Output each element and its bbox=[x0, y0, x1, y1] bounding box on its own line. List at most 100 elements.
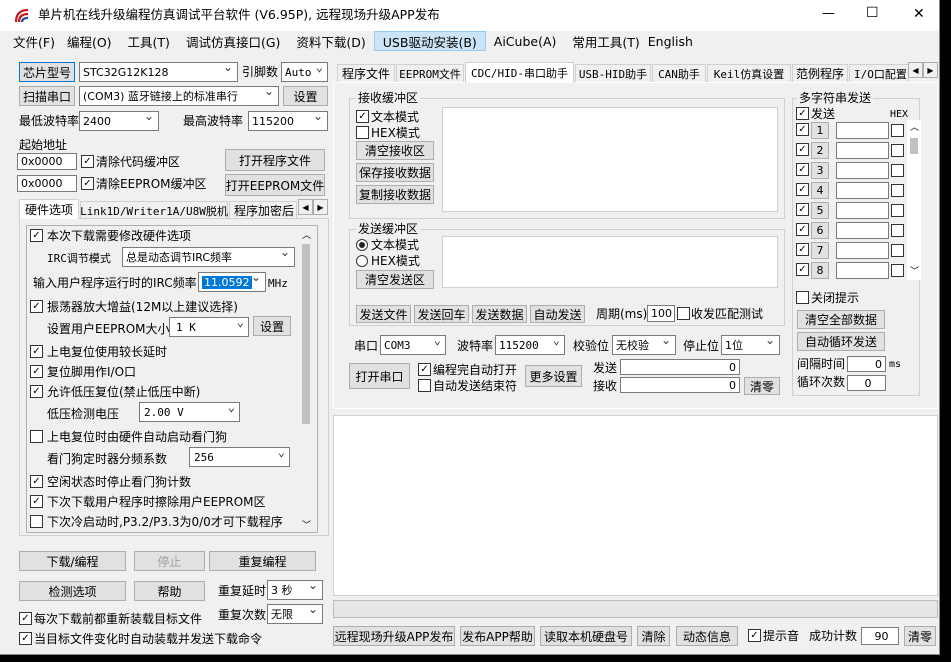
auto-open-checkbox[interactable]: ✓ bbox=[418, 363, 431, 376]
eeprom-address-input[interactable]: 0x0000 bbox=[17, 175, 77, 192]
beep-checkbox[interactable]: ✓ bbox=[748, 629, 761, 642]
interval-input[interactable]: 0 bbox=[847, 356, 886, 372]
auto-send-button[interactable]: 自动发送 bbox=[530, 305, 585, 323]
scrollbar-thumb[interactable] bbox=[910, 138, 918, 154]
clear-all-data-button[interactable]: 清空全部数据 bbox=[797, 310, 885, 329]
auto-end-checkbox[interactable] bbox=[418, 379, 431, 392]
tab-hardware-options[interactable]: 硬件选项 bbox=[19, 199, 79, 219]
multi-row-send-checkbox[interactable]: ✓ bbox=[796, 203, 809, 216]
menu-tools[interactable]: 工具(T) bbox=[120, 31, 178, 51]
tab-can[interactable]: CAN助手 bbox=[652, 64, 706, 82]
tab-keil-sim[interactable]: Keil仿真设置 bbox=[707, 64, 791, 82]
multi-row-index-button[interactable]: 3 bbox=[811, 162, 829, 179]
menu-english[interactable]: English bbox=[648, 31, 701, 51]
repeat-program-button[interactable]: 重复编程 bbox=[209, 551, 316, 571]
loop-count-input[interactable]: 0 bbox=[847, 375, 886, 391]
modify-hw-options-checkbox[interactable]: ✓ bbox=[30, 229, 43, 242]
multi-row-input[interactable] bbox=[836, 142, 889, 159]
multi-row-send-checkbox[interactable]: ✓ bbox=[796, 143, 809, 156]
multi-row-send-checkbox[interactable]: ✓ bbox=[796, 163, 809, 176]
multi-row-send-checkbox[interactable]: ✓ bbox=[796, 123, 809, 136]
hardware-options-scrollbar[interactable]: ︿ ﹀ bbox=[299, 226, 313, 532]
tab-link1d-writer[interactable]: Link1D/Writer1A/U8W脱机 bbox=[80, 201, 228, 219]
multi-row-index-button[interactable]: 6 bbox=[811, 222, 829, 239]
multi-send-all-checkbox[interactable]: ✓ bbox=[796, 107, 809, 120]
open-eeprom-file-button[interactable]: 打开EEPROM文件 bbox=[225, 174, 325, 196]
help-button[interactable]: 帮助 bbox=[134, 581, 205, 601]
serial-port-select[interactable]: COM3 bbox=[380, 335, 446, 355]
close-icon[interactable]: ✕ bbox=[913, 6, 925, 22]
auto-loop-send-button[interactable]: 自动循环发送 bbox=[797, 332, 885, 351]
eeprom-size-set-button[interactable]: 设置 bbox=[253, 316, 291, 336]
multi-row-input[interactable] bbox=[836, 162, 889, 179]
tab-eeprom-file[interactable]: EEPROM文件 bbox=[396, 64, 464, 82]
clear-counts-button[interactable]: 清零 bbox=[744, 377, 780, 395]
clear-log-button[interactable]: 清除 bbox=[637, 626, 670, 646]
long-reset-delay-checkbox[interactable]: ✓ bbox=[30, 345, 43, 358]
idle-stop-watchdog-checkbox[interactable]: ✓ bbox=[30, 475, 43, 488]
osc-gain-checkbox[interactable]: ✓ bbox=[30, 300, 43, 313]
tab-cdc-hid-serial[interactable]: CDC/HID-串口助手 bbox=[465, 62, 574, 83]
copy-receive-button[interactable]: 复制接收数据 bbox=[356, 185, 434, 204]
scroll-down-icon[interactable]: ﹀ bbox=[910, 264, 919, 277]
receive-textarea[interactable] bbox=[442, 107, 778, 212]
reload-target-checkbox[interactable]: ✓ bbox=[19, 612, 32, 625]
tab-usb-hid[interactable]: USB-HID助手 bbox=[575, 64, 651, 82]
menu-file[interactable]: 文件(F) bbox=[7, 31, 59, 51]
multi-string-scrollbar[interactable]: ︿ ﹀ bbox=[907, 120, 921, 280]
scroll-up-icon[interactable]: ︿ bbox=[910, 120, 919, 133]
repeat-delay-select[interactable]: 3 秒 bbox=[267, 580, 323, 600]
multi-row-input[interactable] bbox=[836, 242, 889, 259]
maximize-icon[interactable]: ☐ bbox=[866, 5, 879, 21]
tab-io-config[interactable]: I/O口配置 bbox=[849, 64, 909, 82]
tab-program-file[interactable]: 程序文件 bbox=[337, 64, 395, 82]
irc-freq-select[interactable]: 11.0592 bbox=[198, 272, 266, 292]
reset-pin-io-checkbox[interactable]: ✓ bbox=[30, 365, 43, 378]
menu-downloads[interactable]: 资料下载(D) bbox=[288, 31, 373, 51]
scroll-left-icon[interactable]: ◀ bbox=[908, 62, 923, 78]
auto-load-checkbox[interactable]: ✓ bbox=[19, 632, 32, 645]
scroll-right-icon[interactable]: ▶ bbox=[923, 62, 938, 78]
clear-code-buffer-checkbox[interactable]: ✓ bbox=[81, 155, 94, 168]
menu-debug[interactable]: 调试仿真接口(G) bbox=[178, 31, 288, 51]
read-disk-id-button[interactable]: 读取本机硬盘号 bbox=[540, 626, 632, 646]
port-settings-button[interactable]: 设置 bbox=[283, 86, 328, 106]
eeprom-size-select[interactable]: 1 K bbox=[169, 317, 249, 337]
multi-row-send-checkbox[interactable]: ✓ bbox=[796, 183, 809, 196]
output-log-area[interactable] bbox=[333, 415, 938, 596]
tab-examples[interactable]: 范例程序 bbox=[792, 64, 848, 82]
send-textarea[interactable] bbox=[442, 236, 778, 288]
multi-row-index-button[interactable]: 7 bbox=[811, 242, 829, 259]
close-tip-checkbox[interactable] bbox=[796, 291, 809, 304]
code-address-input[interactable]: 0x0000 bbox=[17, 153, 77, 170]
publish-app-button[interactable]: 远程现场升级APP发布 bbox=[333, 626, 455, 646]
send-file-button[interactable]: 发送文件 bbox=[356, 305, 411, 323]
cold-start-pins-checkbox[interactable] bbox=[30, 515, 43, 528]
scroll-right-icon[interactable]: ▶ bbox=[313, 199, 328, 215]
open-serial-button[interactable]: 打开串口 bbox=[349, 363, 410, 389]
scan-port-button[interactable]: 扫描串口 bbox=[19, 86, 75, 106]
menu-common-tools[interactable]: 常用工具(T) bbox=[564, 31, 647, 51]
multi-row-hex-checkbox[interactable] bbox=[891, 204, 904, 217]
right-tab-scroll[interactable]: ◀ ▶ bbox=[908, 62, 938, 78]
send-text-mode-radio[interactable] bbox=[356, 239, 368, 251]
multi-row-send-checkbox[interactable]: ✓ bbox=[796, 263, 809, 276]
chip-model-select[interactable]: STC32G12K128 bbox=[79, 62, 238, 82]
left-tab-scroll[interactable]: ◀ ▶ bbox=[298, 199, 328, 215]
multi-row-index-button[interactable]: 1 bbox=[811, 122, 829, 139]
multi-row-index-button[interactable]: 8 bbox=[811, 262, 829, 279]
min-baud-select[interactable]: 2400 bbox=[79, 111, 159, 131]
publish-help-button[interactable]: 发布APP帮助 bbox=[460, 626, 535, 646]
multi-row-hex-checkbox[interactable] bbox=[891, 264, 904, 277]
parity-select[interactable]: 无校验 bbox=[612, 335, 676, 355]
multi-row-input[interactable] bbox=[836, 182, 889, 199]
scroll-down-icon[interactable]: ﹀ bbox=[302, 518, 311, 531]
multi-row-index-button[interactable]: 5 bbox=[811, 202, 829, 219]
low-voltage-reset-checkbox[interactable]: ✓ bbox=[30, 385, 43, 398]
multi-row-input[interactable] bbox=[836, 262, 889, 279]
menu-usb-driver[interactable]: USB驱动安装(B) bbox=[373, 31, 486, 51]
multi-row-hex-checkbox[interactable] bbox=[891, 224, 904, 237]
recv-hex-mode-checkbox[interactable] bbox=[356, 126, 369, 139]
clear-receive-button[interactable]: 清空接收区 bbox=[356, 141, 434, 160]
pins-select[interactable]: Auto bbox=[281, 62, 328, 82]
